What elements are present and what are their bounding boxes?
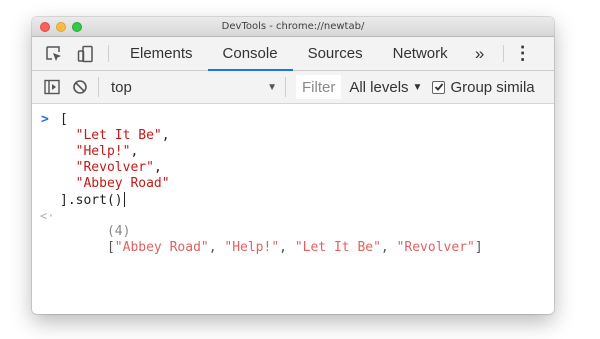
array-item: "Let It Be" xyxy=(294,240,381,255)
code-line: "Revolver", xyxy=(60,160,162,176)
checkbox-checked-icon xyxy=(434,83,444,91)
device-toolbar-button[interactable] xyxy=(70,37,102,70)
kebab-menu-icon: ⋮ xyxy=(513,43,532,63)
toolbar-divider xyxy=(502,45,504,62)
array-item: "Abbey Road" xyxy=(114,240,209,255)
array-close-bracket: ] xyxy=(474,240,483,255)
inspect-element-button[interactable] xyxy=(38,37,70,70)
dropdown-arrow-icon: ▼ xyxy=(412,81,423,93)
filter-input[interactable]: Filter xyxy=(296,75,342,99)
string-literal: "Let It Be" xyxy=(75,128,162,143)
toolbar-divider xyxy=(285,77,286,97)
tab-label: Console xyxy=(222,45,278,62)
input-prompt-icon: > xyxy=(41,112,49,127)
array-separator: , xyxy=(380,240,397,255)
result-arrow-icon: <· xyxy=(40,209,55,223)
code-line: "Abbey Road" xyxy=(60,176,170,192)
array-items: "Abbey Road", "Help!", "Let It Be", "Rev… xyxy=(115,240,475,255)
device-toolbar-icon xyxy=(77,45,93,62)
tab-label: Elements xyxy=(130,45,193,62)
array-separator: , xyxy=(208,240,225,255)
customize-menu-button[interactable]: ⋮ xyxy=(510,37,536,70)
tab-elements[interactable]: Elements xyxy=(115,37,208,70)
context-value: top xyxy=(111,78,132,96)
code-line: ].sort() xyxy=(60,192,125,209)
group-similar-label: Group simila xyxy=(450,78,535,96)
tab-label: Sources xyxy=(307,45,363,62)
title-bar: DevTools - chrome://newtab/ xyxy=(32,17,554,37)
code-line: "Let It Be", xyxy=(60,128,170,144)
toolbar-divider xyxy=(98,77,99,97)
devtools-window: DevTools - chrome://newtab/ Elements Con… xyxy=(32,17,554,314)
console-result[interactable]: (4) ["Abbey Road", "Help!", "Let It Be",… xyxy=(60,208,483,272)
chevron-double-right-icon: » xyxy=(474,43,485,63)
clear-console-button[interactable] xyxy=(66,71,94,104)
array-item: "Revolver" xyxy=(396,240,475,255)
clear-console-icon xyxy=(73,80,87,94)
group-similar-checkbox[interactable] xyxy=(432,80,446,94)
filter-placeholder: Filter xyxy=(302,78,336,96)
code-token: ].sort() xyxy=(60,193,123,208)
text-cursor xyxy=(123,192,125,207)
toolbar-divider xyxy=(108,45,109,62)
code-token: , xyxy=(153,160,162,175)
panel-tab-bar: Elements Console Sources Network » ⋮ xyxy=(32,37,554,71)
console-toolbar: top ▼ Filter All levels ▼ Group simila xyxy=(32,71,554,104)
show-sidebar-icon xyxy=(44,79,60,95)
code-token: , xyxy=(161,128,170,143)
tab-network[interactable]: Network xyxy=(378,37,463,70)
array-item: "Help!" xyxy=(224,240,280,255)
string-literal: "Help!" xyxy=(75,144,131,159)
array-separator: , xyxy=(279,240,295,255)
string-literal: "Revolver" xyxy=(75,160,154,175)
code-line: "Help!", xyxy=(60,144,139,160)
inspect-element-icon xyxy=(46,45,61,61)
array-open-bracket: [ xyxy=(106,240,115,255)
show-sidebar-button[interactable] xyxy=(38,71,66,104)
code-line: [ xyxy=(60,112,68,128)
tab-console[interactable]: Console xyxy=(207,37,293,71)
more-tabs-button[interactable]: » xyxy=(463,37,497,70)
log-levels-value: All levels xyxy=(349,78,409,96)
code-token: , xyxy=(130,144,139,159)
array-length: (4) xyxy=(106,224,131,239)
tab-sources[interactable]: Sources xyxy=(293,37,378,70)
context-selector[interactable]: top ▼ xyxy=(103,71,283,104)
dropdown-arrow-icon: ▼ xyxy=(267,81,277,93)
tab-label: Network xyxy=(392,45,448,62)
console-output[interactable]: > [ "Let It Be", "Help!", "Revolver", "A… xyxy=(32,104,554,313)
string-literal: "Abbey Road" xyxy=(75,176,170,191)
code-token: [ xyxy=(60,112,68,127)
window-title: DevTools - chrome://newtab/ xyxy=(221,21,365,32)
log-levels-dropdown[interactable]: All levels ▼ xyxy=(349,79,422,96)
